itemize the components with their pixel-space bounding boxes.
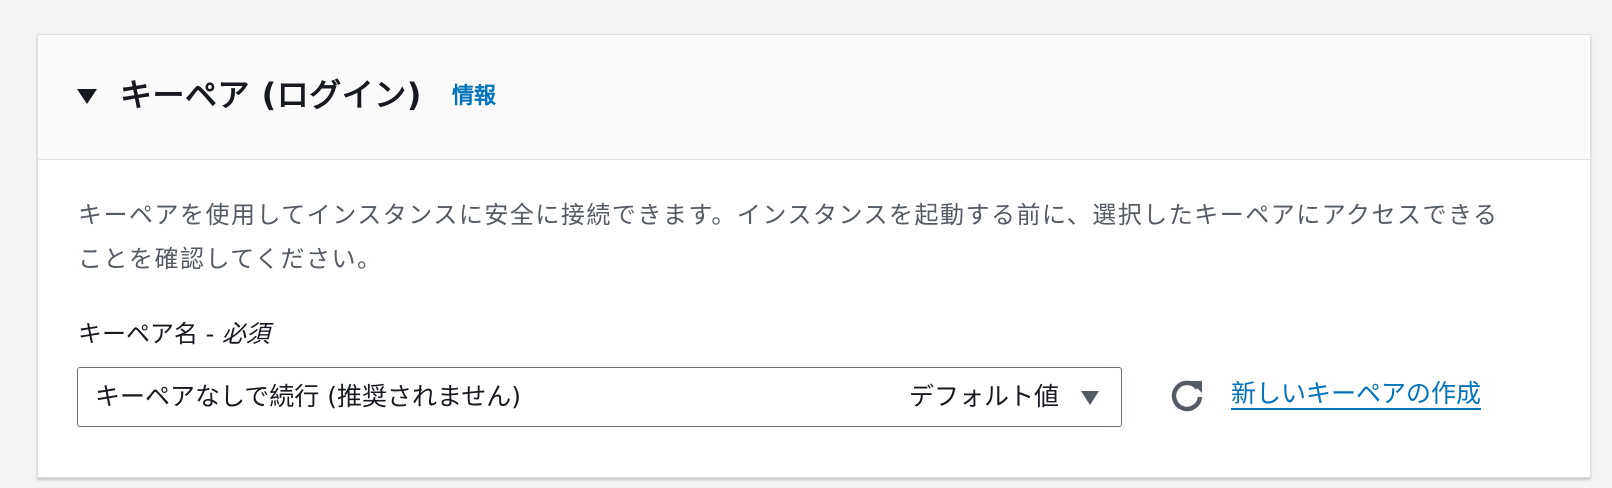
panel-description: キーペアを使用してインスタンスに安全に接続できます。インスタンスを起動する前に、…	[78, 201, 1499, 273]
key-pair-name-label: キーペア名 - 必須	[78, 317, 270, 351]
select-default-tag: デフォルト値	[908, 382, 1059, 411]
key-pair-select[interactable]: キーペアなしで続行 (推奨されません) デフォルト値	[77, 367, 1122, 427]
info-link[interactable]: 情報	[452, 82, 496, 112]
create-key-pair-link[interactable]: 新しいキーペアの作成	[1231, 377, 1481, 411]
caret-down-icon	[1081, 391, 1099, 405]
panel-title: キーペア (ログイン)	[120, 76, 422, 114]
key-pair-panel: キーペア (ログイン) 情報 キーペアを使用してインスタンスに安全に接続できます…	[37, 34, 1591, 478]
select-value: キーペアなしで続行 (推奨されません)	[95, 382, 521, 411]
caret-down-icon[interactable]	[76, 85, 98, 107]
panel-header[interactable]: キーペア (ログイン) 情報	[38, 35, 1590, 160]
required-marker: 必須	[221, 320, 270, 348]
refresh-icon[interactable]	[1166, 375, 1208, 417]
label-text: キーペア名 -	[78, 320, 222, 348]
